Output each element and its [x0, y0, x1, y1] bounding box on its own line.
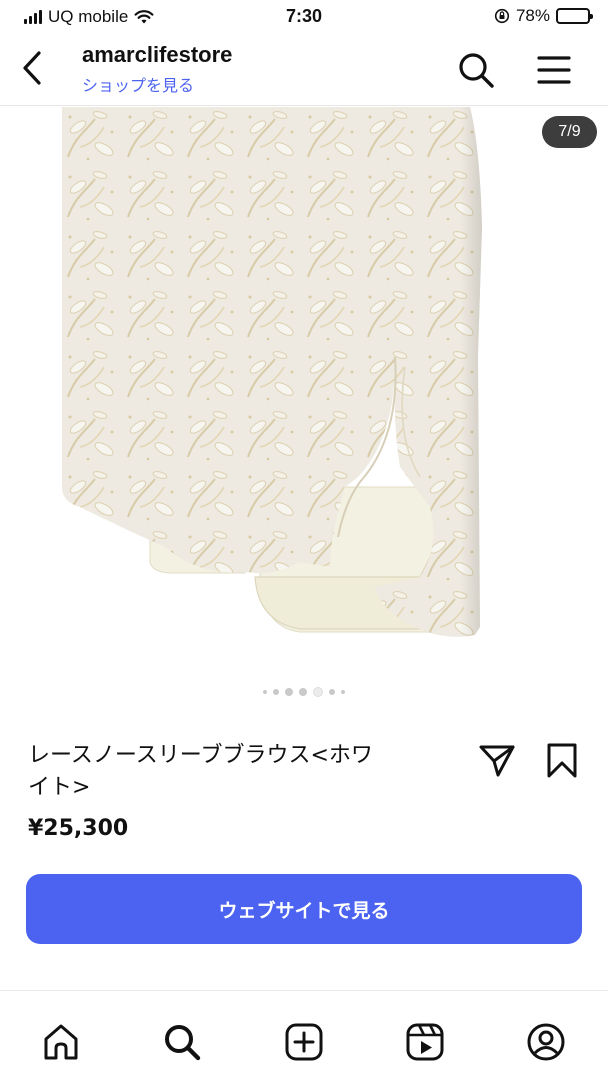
- create-icon: [285, 1023, 323, 1061]
- store-name[interactable]: amarclifestore: [82, 42, 232, 68]
- profile-icon: [527, 1023, 565, 1061]
- menu-icon: [537, 56, 571, 84]
- status-right: 78%: [494, 6, 593, 26]
- search-button[interactable]: [456, 50, 496, 90]
- carousel-dot: [285, 688, 293, 696]
- carousel-dot-active: [313, 687, 323, 697]
- image-counter: 7/9: [542, 116, 597, 148]
- product-price: ¥25,300: [28, 816, 129, 841]
- carousel-dot: [329, 689, 335, 695]
- carousel-dot: [341, 690, 345, 694]
- nav-home[interactable]: [39, 1020, 83, 1064]
- carousel-dot: [299, 688, 307, 696]
- reels-icon: [406, 1023, 444, 1061]
- nav-reels[interactable]: [403, 1020, 447, 1064]
- bottom-nav: [0, 1004, 608, 1080]
- divider: [0, 990, 608, 991]
- product-title: レースノースリーブブラウス<ホワ イト>: [28, 740, 448, 804]
- product-title-line1: レースノースリーブブラウス<ホワ: [28, 743, 373, 768]
- save-button[interactable]: [543, 742, 581, 780]
- send-icon: [479, 745, 515, 777]
- search-icon: [165, 1025, 201, 1061]
- view-shop-link[interactable]: ショップを見る: [82, 72, 194, 96]
- bookmark-icon: [547, 743, 577, 778]
- nav-search[interactable]: [160, 1020, 204, 1064]
- product-title-line2: イト>: [28, 775, 91, 800]
- menu-button[interactable]: [534, 50, 574, 90]
- back-button[interactable]: [14, 48, 50, 88]
- carousel-dot: [273, 689, 279, 695]
- orientation-lock-icon: [494, 8, 510, 24]
- product-image[interactable]: [0, 107, 608, 680]
- carousel-dots: [0, 686, 608, 698]
- nav-profile[interactable]: [524, 1020, 568, 1064]
- nav-create[interactable]: [282, 1020, 326, 1064]
- carousel-dot: [263, 690, 267, 694]
- home-icon: [44, 1024, 78, 1060]
- lace-blouse-image: [62, 107, 482, 637]
- battery-percent: 78%: [515, 6, 550, 25]
- view-website-button[interactable]: ウェブサイトで見る: [26, 874, 582, 944]
- header: amarclifestore ショップを見る: [0, 34, 608, 106]
- search-icon: [459, 53, 494, 88]
- share-button[interactable]: [478, 742, 516, 780]
- chevron-left-icon: [23, 51, 41, 85]
- status-bar: UQ mobile 7:30 78%: [0, 0, 608, 34]
- battery-icon: [556, 8, 593, 24]
